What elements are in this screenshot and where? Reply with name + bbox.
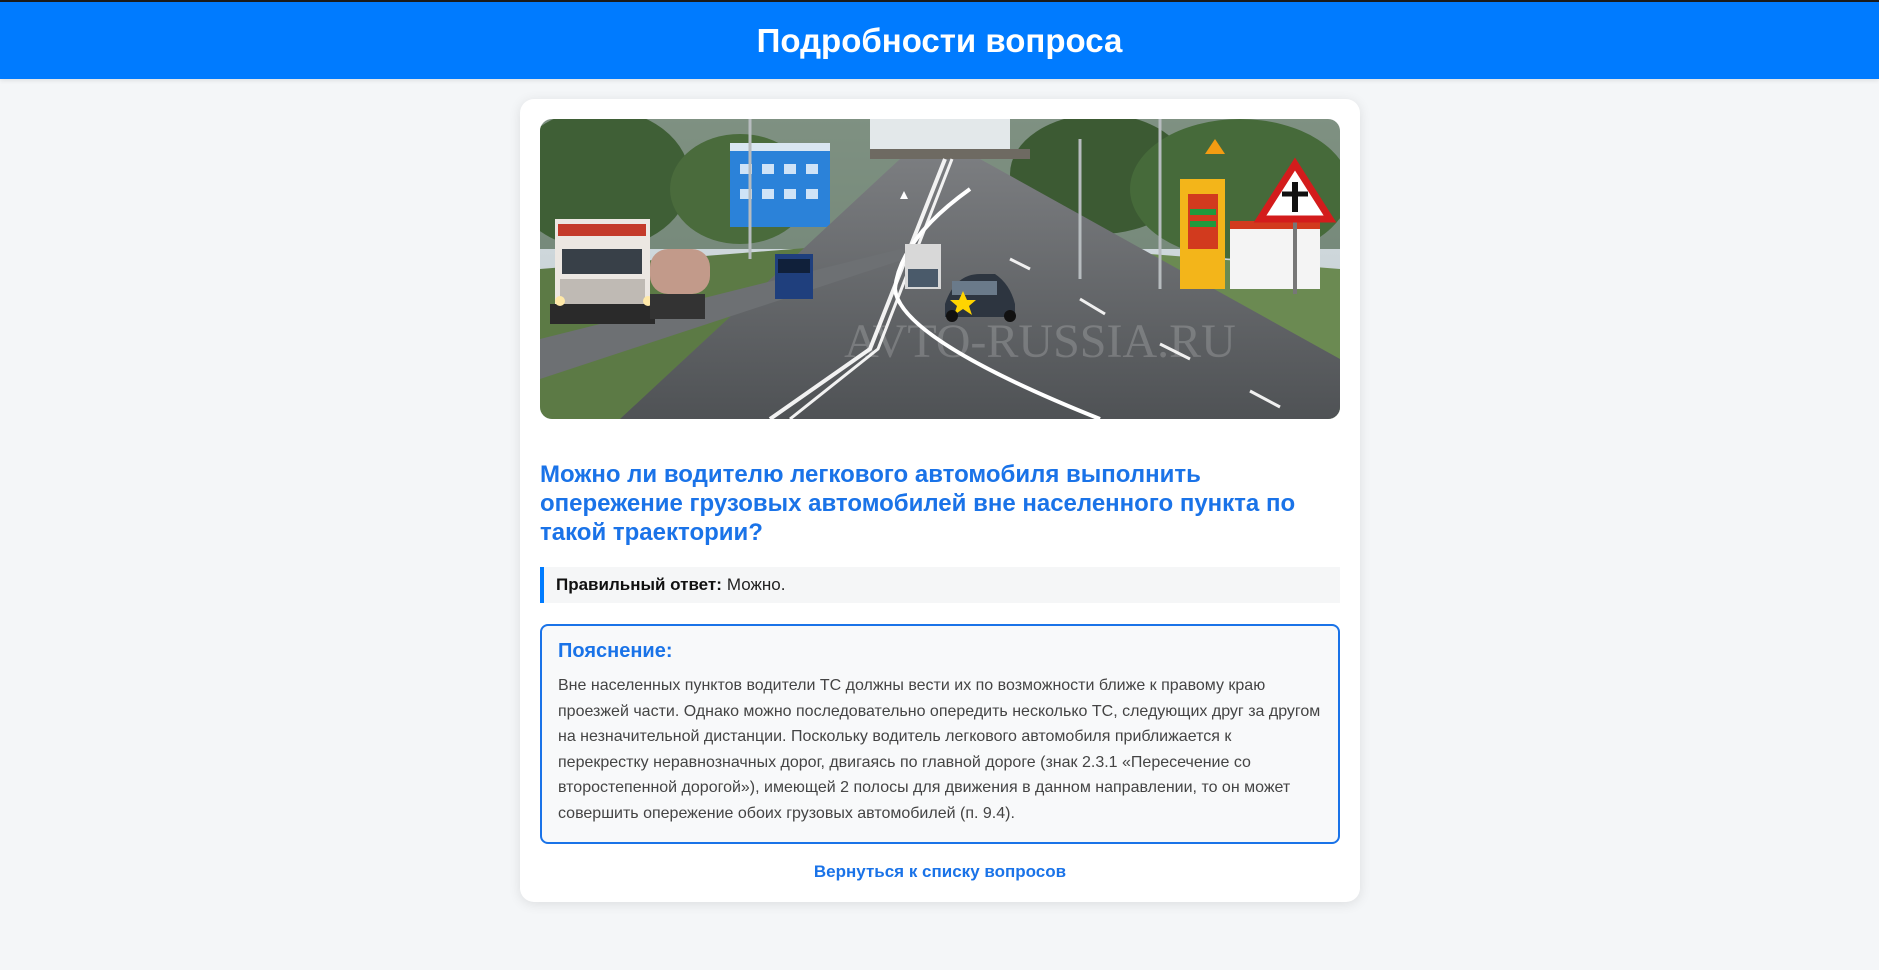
correct-answer-box: Правильный ответ: Можно.: [540, 567, 1340, 603]
explanation-text: Вне населенных пунктов водители ТС должн…: [558, 677, 1321, 822]
explanation-title: Пояснение:: [558, 640, 673, 662]
question-image: AVTO-RUSSIA.RU: [540, 119, 1340, 419]
question-text: Можно ли водителю легкового автомобиля в…: [540, 461, 1296, 546]
correct-answer-value: Можно.: [726, 575, 786, 594]
page-title: Подробности вопроса: [756, 21, 1123, 59]
back-to-list-link[interactable]: Вернуться к списку вопросов: [520, 862, 1360, 882]
explanation-box: Пояснение: Вне населенных пунктов водите…: [540, 624, 1340, 844]
correct-answer-label: Правильный ответ:: [556, 575, 722, 594]
page-header: Подробности вопроса: [0, 2, 1879, 79]
question-card: AVTO-RUSSIA.RU Можно ли водителю легково…: [520, 99, 1360, 902]
svg-text:AVTO-RUSSIA.RU: AVTO-RUSSIA.RU: [844, 315, 1236, 368]
